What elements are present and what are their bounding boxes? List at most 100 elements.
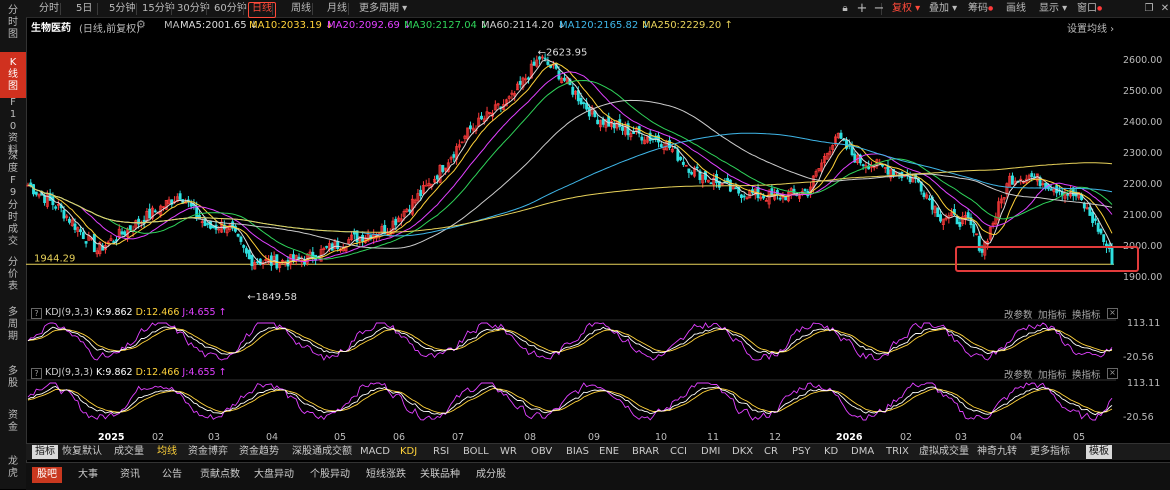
indicator-tab[interactable]: PSY [792,445,811,459]
indicator-tab[interactable]: OBV [531,445,552,459]
sidebar-item-1[interactable]: K线图 [0,52,26,98]
date-tick: 05 [1073,432,1086,443]
indicator-tab[interactable]: ENE [599,445,619,459]
sidebar-item-9[interactable]: 龙虎 [0,450,26,486]
date-tick: 04 [1010,432,1023,443]
ma-legend-item: MA10:2033.19 ↓ [249,20,334,31]
info-tab[interactable]: 关联品种 [420,467,460,483]
info-tab[interactable]: 大事 [78,467,98,483]
candle-body [189,203,193,207]
candle-body [92,233,96,253]
date-tick: 02 [152,432,165,443]
lock-icon[interactable]: 🔒︎ [838,2,852,16]
indicator-tab[interactable]: TRIX [886,445,909,459]
indicator-tab[interactable]: 成交量 [114,445,144,459]
ma-legend-item: MA120:2165.82 ↓ [559,20,650,31]
toolbar-divider [60,3,61,15]
candle-body [256,261,259,264]
candle-body [245,248,248,254]
close-icon[interactable]: ✕ [1159,2,1170,16]
date-tick: 09 [588,432,601,443]
candle-body [1091,211,1095,223]
indicator-tab[interactable]: BRAR [632,445,659,459]
info-tab[interactable]: 资讯 [120,467,140,483]
indicator-tab[interactable]: 均线 [157,445,177,459]
indicator-tab[interactable]: 模板 [1086,445,1112,459]
indicator-tab[interactable]: BOLL [463,445,489,459]
period-tab-8[interactable]: 月线 [324,2,350,16]
sidebar-item-6[interactable]: 多周期 [0,302,26,348]
candle-body [582,102,586,105]
indicator-tab[interactable]: WR [500,445,517,459]
candle-body [778,197,782,200]
indicator-tab[interactable]: RSI [433,445,449,459]
zoom-in-icon[interactable]: + [856,2,868,16]
sidebar-item-2[interactable]: F10资料 [0,97,26,156]
toolbar-button-4[interactable]: 显示 ▾ [1039,2,1067,16]
candle-body [690,172,694,175]
candle-body [939,214,943,222]
indicator-tab[interactable]: 更多指标 [1030,445,1070,459]
candlestick-chart[interactable]: 1944.29 ←2623.95 ←1849.58 [26,33,1114,303]
toolbar-button-2[interactable]: 筹码● [968,2,993,16]
indicator-tab[interactable]: 神奇九转 [977,445,1017,459]
info-tab[interactable]: 股吧 [32,467,62,483]
indicator-tab[interactable]: 恢复默认 [62,445,102,459]
toolbar-button-3[interactable]: 画线 [1006,2,1026,16]
candle-body [128,225,132,231]
kdj-d-line [27,387,1113,414]
indicator-tab[interactable]: 指标 [32,445,58,459]
indicator-tab[interactable]: KD [824,445,838,459]
indicator-tab[interactable]: DMA [851,445,874,459]
sidebar-item-label: 分时成交 [8,200,18,247]
toolbar-button-5[interactable]: 窗口● [1077,2,1102,16]
zoom-out-icon[interactable]: − [873,2,885,16]
period-tab-2[interactable]: 5分钟 [106,2,138,16]
sidebar-item-7[interactable]: 多股 [0,362,26,394]
gear-icon[interactable]: ⚙ [136,18,146,31]
info-tab[interactable]: 贡献点数 [200,467,240,483]
indicator-tab[interactable]: DMI [701,445,720,459]
candle-body [120,231,124,235]
toolbar-button-1[interactable]: 叠加 ▾ [929,2,957,16]
price-tick: 2300.00 [1123,148,1163,159]
toolbar-button-0[interactable]: 复权 ▾ [892,2,920,16]
candle-body [424,184,428,187]
period-tab-9[interactable]: 更多周期 ▾ [356,2,410,16]
candle-body [325,245,329,248]
indicator-tab[interactable]: MACD [360,445,390,459]
sidebar-item-label: 多股 [8,366,18,389]
sidebar-item-8[interactable]: 资金 [0,404,26,440]
period-tab-1[interactable]: 5日 [73,2,95,16]
indicator-tab[interactable]: 资金趋势 [239,445,279,459]
indicator-tab[interactable]: 深股通成交额 [292,445,352,459]
toolbar-divider [206,3,207,15]
indicator-tab[interactable]: CCI [670,445,687,459]
candle-body [659,144,663,147]
toolbar-divider [348,3,349,15]
info-tab[interactable]: 公告 [162,467,182,483]
indicator-tab[interactable]: 虚拟成交量 [919,445,969,459]
date-tick: 02 [900,432,913,443]
sidebar-item-0[interactable]: 分时图 [0,0,26,46]
candle-body [687,168,691,173]
restore-icon[interactable]: ❐ [1143,2,1155,16]
candle-body [518,80,522,85]
candle-body [958,221,962,227]
sidebar-item-3[interactable]: 深度F9 [0,151,26,198]
ma-legend-item: MA5:2001.65 ↓ [180,20,259,31]
notification-dot: ● [1097,5,1103,12]
period-tab-0[interactable]: 分时 [36,2,62,16]
indicator-tab[interactable]: CR [764,445,778,459]
info-tab[interactable]: 短线涨跌 [366,467,406,483]
info-tab[interactable]: 成分股 [476,467,506,483]
indicator-tab[interactable]: 资金博弈 [188,445,228,459]
indicator-tab[interactable]: BIAS [566,445,589,459]
indicator-tab[interactable]: KDJ [400,445,417,459]
indicator-tab[interactable]: DKX [732,445,753,459]
info-tab[interactable]: 个股异动 [310,467,350,483]
period-tab-7[interactable]: 周线 [288,2,314,16]
sidebar-item-5[interactable]: 分价表 [0,254,26,296]
sidebar-item-4[interactable]: 分时成交 [0,200,26,248]
info-tab[interactable]: 大盘异动 [254,467,294,483]
